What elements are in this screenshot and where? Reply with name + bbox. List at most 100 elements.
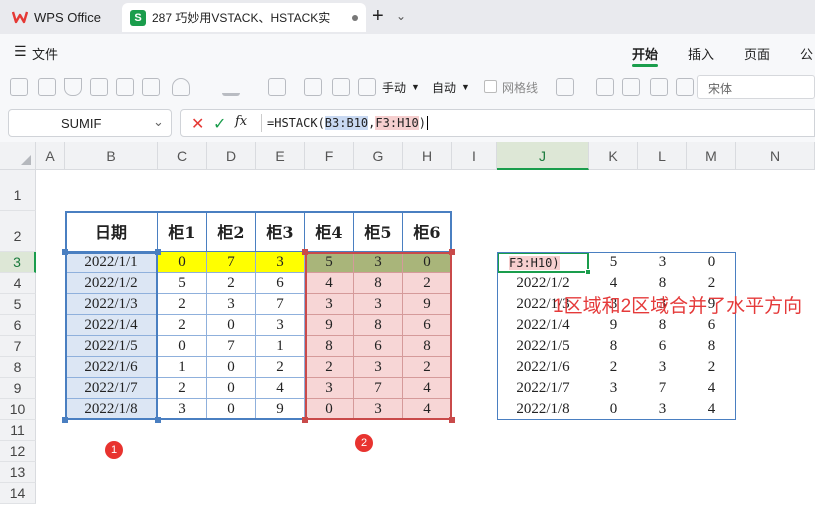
row-header-6[interactable]: 6: [0, 315, 36, 336]
column-header-c[interactable]: C: [158, 142, 207, 170]
value-cell[interactable]: 4: [403, 399, 452, 420]
value-cell[interactable]: 3: [256, 252, 305, 273]
result-cell[interactable]: 2: [687, 357, 736, 378]
value-cell[interactable]: 8: [403, 336, 452, 357]
result-cell[interactable]: 8: [687, 336, 736, 357]
row-header-8[interactable]: 8: [0, 357, 36, 378]
value-cell[interactable]: 9: [305, 315, 354, 336]
value-cell[interactable]: 0: [207, 315, 256, 336]
conditional-format-icon[interactable]: [650, 78, 668, 96]
column-header-h[interactable]: H: [403, 142, 452, 170]
result-cell[interactable]: 8: [589, 336, 638, 357]
result-cell[interactable]: 3: [638, 357, 687, 378]
tab-list-chevron-icon[interactable]: ⌄: [396, 9, 406, 23]
range-handle[interactable]: [302, 417, 308, 423]
range-handle[interactable]: [62, 249, 68, 255]
result-cell[interactable]: 6: [638, 336, 687, 357]
font-name-select[interactable]: 宋体: [697, 75, 815, 99]
value-cell[interactable]: 2: [256, 357, 305, 378]
date-cell[interactable]: 2022/1/4: [65, 315, 158, 336]
date-cell[interactable]: 2022/1/7: [65, 378, 158, 399]
value-cell[interactable]: 3: [354, 357, 403, 378]
menu-tab-insert[interactable]: 插入: [688, 44, 714, 63]
value-cell[interactable]: 8: [354, 315, 403, 336]
result-cell[interactable]: 4: [687, 378, 736, 399]
value-cell[interactable]: 8: [305, 336, 354, 357]
date-cell[interactable]: 2022/1/5: [65, 336, 158, 357]
value-cell[interactable]: 2: [305, 357, 354, 378]
row-header-7[interactable]: 7: [0, 336, 36, 357]
value-cell[interactable]: 3: [207, 294, 256, 315]
menu-file[interactable]: 文件: [32, 44, 58, 63]
cancel-x-icon[interactable]: ✕: [191, 114, 204, 134]
fill-color-icon[interactable]: [172, 78, 190, 96]
value-cell[interactable]: 4: [403, 378, 452, 399]
font-color-icon[interactable]: [222, 78, 240, 96]
value-cell[interactable]: 9: [256, 399, 305, 420]
range-handle[interactable]: [449, 417, 455, 423]
column-header-a[interactable]: A: [36, 142, 65, 170]
value-cell[interactable]: 8: [354, 273, 403, 294]
row-header-10[interactable]: 10: [0, 399, 36, 420]
range-handle[interactable]: [302, 249, 308, 255]
worksheet-icon[interactable]: [358, 78, 376, 96]
column-header-d[interactable]: D: [207, 142, 256, 170]
result-cell[interactable]: 8: [638, 273, 687, 294]
row-header-3[interactable]: 3: [0, 252, 36, 273]
numbering-icon[interactable]: [10, 78, 28, 96]
result-cell[interactable]: 3: [638, 399, 687, 420]
new-tab-button[interactable]: +: [372, 5, 384, 28]
editing-cell[interactable]: F3:H10): [497, 252, 589, 273]
menu-tab-page[interactable]: 页面: [744, 44, 770, 63]
date-cell[interactable]: 2022/1/3: [65, 294, 158, 315]
gridlines-checkbox[interactable]: [484, 80, 497, 93]
result-cell[interactable]: 7: [638, 378, 687, 399]
value-cell[interactable]: 3: [354, 252, 403, 273]
column-header-l[interactable]: L: [638, 142, 687, 170]
filter-icon[interactable]: [38, 78, 56, 96]
column-header-n[interactable]: N: [736, 142, 815, 170]
row-header-2[interactable]: 2: [0, 211, 36, 252]
column-header-e[interactable]: E: [256, 142, 305, 170]
value-cell[interactable]: 3: [256, 315, 305, 336]
column-header-g[interactable]: G: [354, 142, 403, 170]
value-cell[interactable]: 0: [158, 336, 207, 357]
value-cell[interactable]: 2: [403, 357, 452, 378]
auto-chevron-icon[interactable]: ▼: [461, 82, 470, 92]
cell-style-icon[interactable]: [676, 78, 694, 96]
row-header-5[interactable]: 5: [0, 294, 36, 315]
value-cell[interactable]: 0: [207, 357, 256, 378]
date-cell[interactable]: 2022/1/6: [65, 357, 158, 378]
menu-tab-formula[interactable]: 公: [800, 44, 813, 63]
value-cell[interactable]: 6: [354, 336, 403, 357]
range-handle[interactable]: [155, 249, 161, 255]
auto-calc-button[interactable]: 自动: [432, 79, 456, 96]
value-cell[interactable]: 2: [207, 273, 256, 294]
column-header-i[interactable]: I: [452, 142, 497, 170]
value-cell[interactable]: 4: [305, 273, 354, 294]
result-cell[interactable]: 3: [589, 378, 638, 399]
delete-cells-icon[interactable]: [622, 78, 640, 96]
fx-icon[interactable]: fx: [235, 114, 247, 129]
column-header-f[interactable]: F: [305, 142, 354, 170]
value-cell[interactable]: 3: [305, 378, 354, 399]
value-cell[interactable]: 6: [256, 273, 305, 294]
wrap-icon[interactable]: [304, 78, 322, 96]
value-cell[interactable]: 2: [158, 294, 207, 315]
value-cell[interactable]: 0: [207, 378, 256, 399]
result-cell[interactable]: 2022/1/7: [497, 378, 589, 399]
row-header-11[interactable]: 11: [0, 420, 36, 441]
range-handle[interactable]: [62, 417, 68, 423]
result-cell[interactable]: 4: [687, 399, 736, 420]
value-cell[interactable]: 3: [305, 294, 354, 315]
value-cell[interactable]: 2: [403, 273, 452, 294]
value-cell[interactable]: 5: [305, 252, 354, 273]
unsaved-dot-icon[interactable]: [352, 14, 358, 21]
app-tab[interactable]: WPS Office: [6, 4, 107, 30]
row-header-13[interactable]: 13: [0, 462, 36, 483]
fill-handle[interactable]: [585, 269, 591, 275]
date-cell[interactable]: 2022/1/2: [65, 273, 158, 294]
range-handle[interactable]: [449, 249, 455, 255]
funnel-icon[interactable]: [64, 78, 82, 96]
value-cell[interactable]: 3: [354, 294, 403, 315]
